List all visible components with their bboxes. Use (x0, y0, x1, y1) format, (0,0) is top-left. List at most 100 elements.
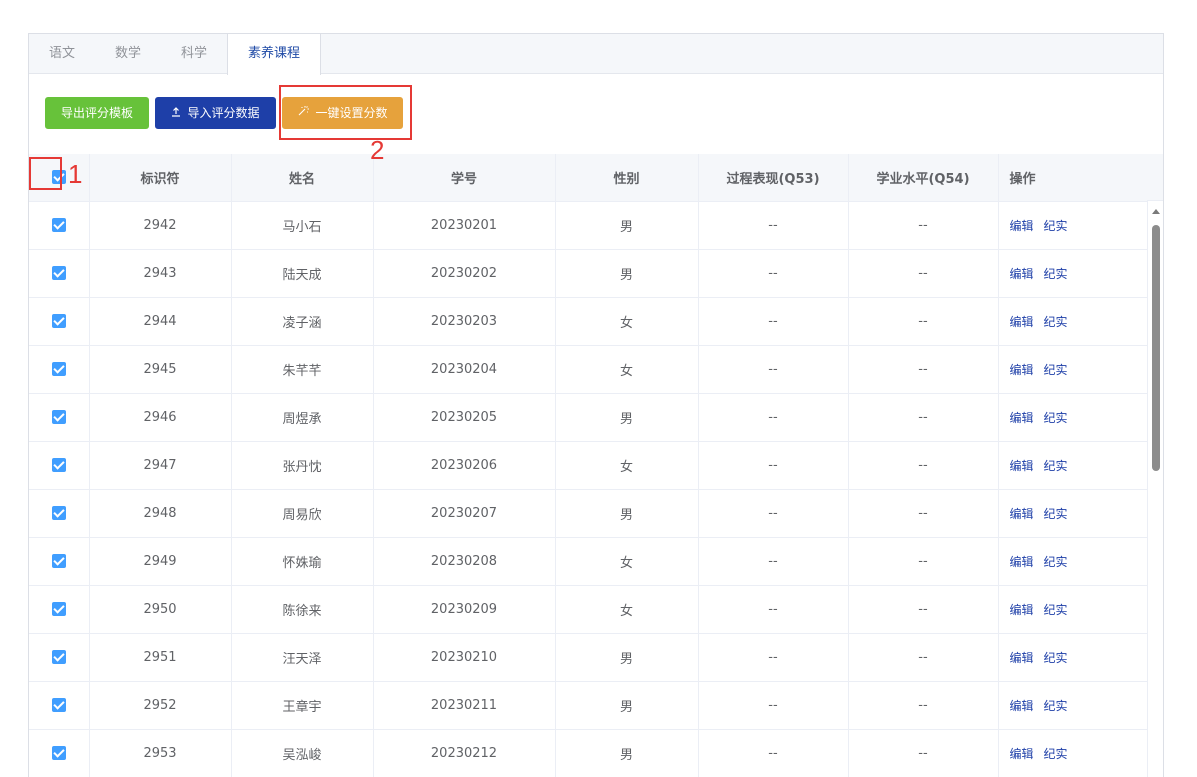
cell-gender: 男 (555, 201, 699, 250)
cell-id: 2952 (89, 681, 232, 730)
table-row: 2944 凌子涵 20230203 女 -- -- 编辑 纪实 (29, 297, 1148, 346)
edit-link[interactable]: 编辑 (1010, 267, 1034, 281)
cell-gender: 男 (555, 393, 699, 442)
cell-id: 2948 (89, 489, 232, 538)
record-link[interactable]: 纪实 (1044, 267, 1068, 281)
cell-id: 2945 (89, 345, 232, 394)
cell-student-no: 20230211 (373, 681, 556, 730)
cell-ops: 编辑 纪实 (998, 681, 1148, 730)
header-process-score: 过程表现(Q53) (698, 154, 849, 202)
export-template-button[interactable]: 导出评分模板 (45, 97, 149, 129)
row-checkbox[interactable] (51, 410, 66, 424)
cell-name: 张丹忱 (231, 441, 374, 490)
cell-id: 2950 (89, 585, 232, 634)
row-checkbox[interactable] (51, 746, 66, 760)
row-select-cell (29, 249, 90, 298)
table-row: 2953 吴泓峻 20230212 男 -- -- 编辑 纪实 (29, 729, 1148, 777)
edit-link[interactable]: 编辑 (1010, 651, 1034, 665)
table-row: 2949 怀姝瑜 20230208 女 -- -- 编辑 纪实 (29, 537, 1148, 586)
table-scrollbar[interactable] (1150, 201, 1162, 777)
row-select-cell (29, 681, 90, 730)
cell-id: 2951 (89, 633, 232, 682)
edit-link[interactable]: 编辑 (1010, 315, 1034, 329)
row-select-cell (29, 441, 90, 490)
cell-ops: 编辑 纪实 (998, 633, 1148, 682)
tab-chinese[interactable]: 语文 (29, 34, 95, 74)
edit-link[interactable]: 编辑 (1010, 363, 1034, 377)
annotation-box-1 (29, 157, 62, 190)
row-checkbox[interactable] (51, 698, 66, 712)
cell-ops: 编辑 纪实 (998, 585, 1148, 634)
row-checkbox[interactable] (51, 218, 66, 232)
edit-link[interactable]: 编辑 (1010, 411, 1034, 425)
row-checkbox[interactable] (51, 602, 66, 616)
score-table: 标识符 姓名 学号 性别 过程表现(Q53) 学业水平(Q54) 操作 2942… (29, 154, 1148, 777)
edit-link[interactable]: 编辑 (1010, 459, 1034, 473)
row-checkbox[interactable] (51, 314, 66, 328)
cell-process-score: -- (698, 441, 849, 490)
cell-name: 吴泓峻 (231, 729, 374, 777)
cell-student-no: 20230207 (373, 489, 556, 538)
record-link[interactable]: 纪实 (1044, 651, 1068, 665)
cell-ops: 编辑 纪实 (998, 729, 1148, 777)
edit-link[interactable]: 编辑 (1010, 555, 1034, 569)
row-checkbox[interactable] (51, 650, 66, 664)
cell-process-score: -- (698, 633, 849, 682)
header-student-no: 学号 (373, 154, 556, 202)
scroll-up-arrow-icon[interactable] (1152, 209, 1160, 214)
row-checkbox[interactable] (51, 506, 66, 520)
record-link[interactable]: 纪实 (1044, 699, 1068, 713)
header-ops: 操作 (998, 154, 1148, 202)
cell-academic-score: -- (848, 201, 999, 250)
table-row: 2943 陆天成 20230202 男 -- -- 编辑 纪实 (29, 249, 1148, 298)
upload-icon (171, 97, 181, 129)
tab-literacy-course[interactable]: 素养课程 (227, 34, 322, 75)
cell-name: 怀姝瑜 (231, 537, 374, 586)
tab-science[interactable]: 科学 (161, 34, 227, 74)
row-select-cell (29, 729, 90, 777)
record-link[interactable]: 纪实 (1044, 603, 1068, 617)
tab-math[interactable]: 数学 (95, 34, 161, 74)
cell-ops: 编辑 纪实 (998, 345, 1148, 394)
cell-id: 2944 (89, 297, 232, 346)
row-checkbox[interactable] (51, 266, 66, 280)
cell-student-no: 20230201 (373, 201, 556, 250)
edit-link[interactable]: 编辑 (1010, 219, 1034, 233)
header-gender: 性别 (555, 154, 699, 202)
cell-gender: 男 (555, 681, 699, 730)
record-link[interactable]: 纪实 (1044, 219, 1068, 233)
cell-academic-score: -- (848, 345, 999, 394)
record-link[interactable]: 纪实 (1044, 555, 1068, 569)
header-academic-score: 学业水平(Q54) (848, 154, 999, 202)
table-row: 2942 马小石 20230201 男 -- -- 编辑 纪实 (29, 201, 1148, 250)
cell-academic-score: -- (848, 441, 999, 490)
table-row: 2946 周煜承 20230205 男 -- -- 编辑 纪实 (29, 393, 1148, 442)
cell-ops: 编辑 纪实 (998, 201, 1148, 250)
record-link[interactable]: 纪实 (1044, 747, 1068, 761)
cell-name: 陆天成 (231, 249, 374, 298)
table-row: 2948 周易欣 20230207 男 -- -- 编辑 纪实 (29, 489, 1148, 538)
row-select-cell (29, 489, 90, 538)
cell-student-no: 20230212 (373, 729, 556, 777)
record-link[interactable]: 纪实 (1044, 411, 1068, 425)
edit-link[interactable]: 编辑 (1010, 699, 1034, 713)
import-score-button[interactable]: 导入评分数据 (155, 97, 276, 129)
cell-process-score: -- (698, 297, 849, 346)
edit-link[interactable]: 编辑 (1010, 747, 1034, 761)
score-panel: 语文 数学 科学 素养课程 导出评分模板 导入评分数据 一键设置分数 标识符 姓… (28, 33, 1164, 777)
row-checkbox[interactable] (51, 362, 66, 376)
table-row: 2952 王章宇 20230211 男 -- -- 编辑 纪实 (29, 681, 1148, 730)
scroll-thumb[interactable] (1152, 225, 1160, 471)
row-checkbox[interactable] (51, 458, 66, 472)
record-link[interactable]: 纪实 (1044, 315, 1068, 329)
record-link[interactable]: 纪实 (1044, 459, 1068, 473)
row-checkbox[interactable] (51, 554, 66, 568)
cell-id: 2942 (89, 201, 232, 250)
record-link[interactable]: 纪实 (1044, 363, 1068, 377)
cell-student-no: 20230205 (373, 393, 556, 442)
cell-student-no: 20230210 (373, 633, 556, 682)
edit-link[interactable]: 编辑 (1010, 603, 1034, 617)
edit-link[interactable]: 编辑 (1010, 507, 1034, 521)
cell-academic-score: -- (848, 537, 999, 586)
record-link[interactable]: 纪实 (1044, 507, 1068, 521)
